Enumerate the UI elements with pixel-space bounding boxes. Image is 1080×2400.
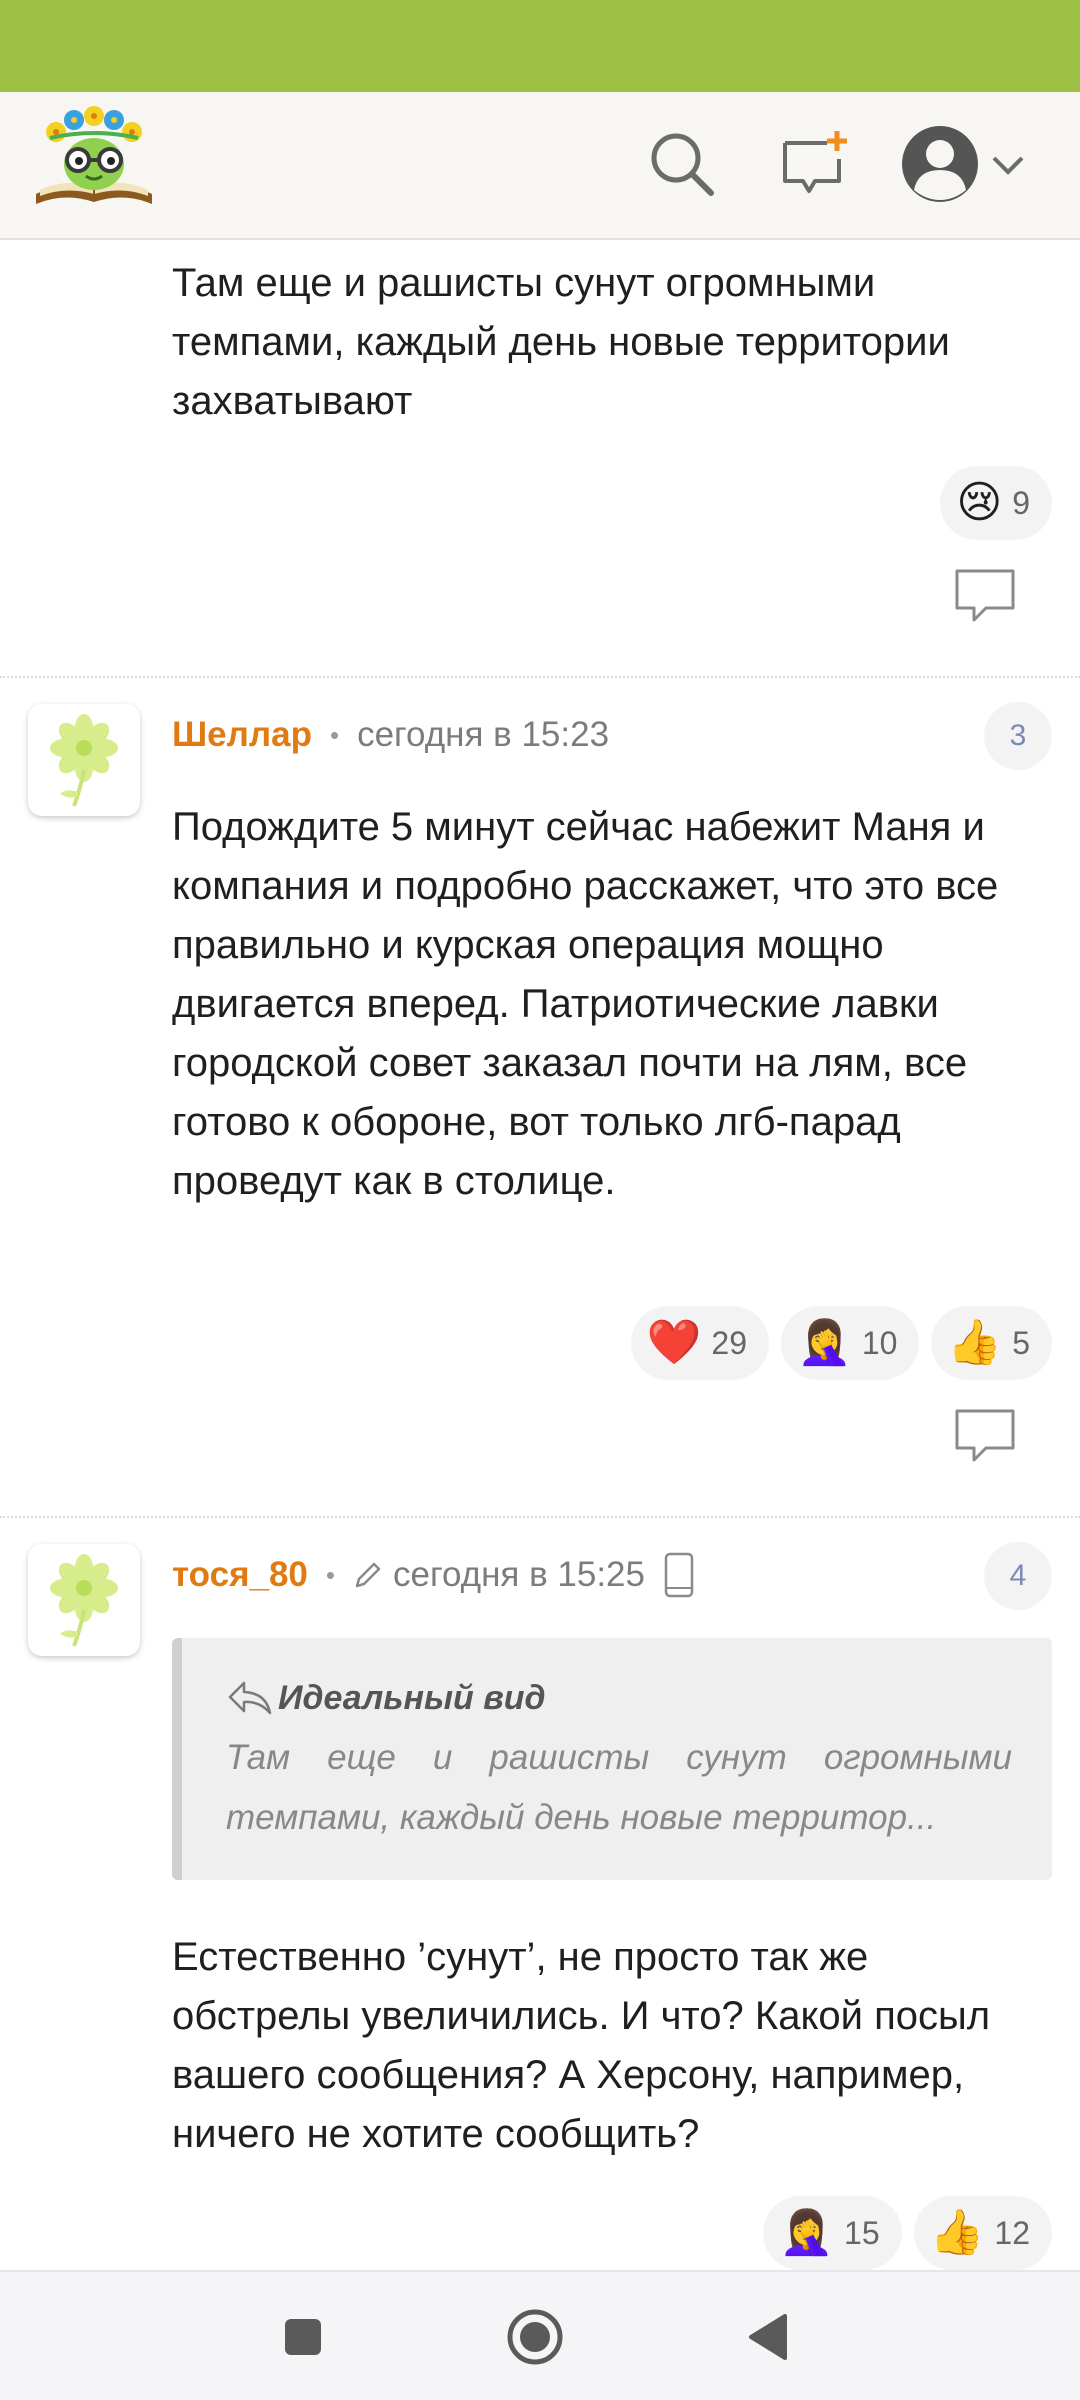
quote-author: Идеальный вид	[278, 1678, 546, 1717]
reply-button[interactable]	[954, 1408, 1016, 1464]
reply-arrow-icon	[228, 1681, 272, 1715]
reaction-count: 15	[844, 2214, 880, 2251]
comment-meta: Шеллар • сегодня в 15:23	[172, 710, 609, 760]
reaction-chip[interactable]: 😢 9	[940, 466, 1052, 540]
reaction-chip[interactable]: 🤦‍♀️ 15	[763, 2196, 902, 2270]
site-logo-icon[interactable]	[30, 106, 158, 212]
heart-icon: ❤️	[646, 1317, 702, 1368]
chevron-down-icon	[992, 156, 1024, 175]
comments-feed[interactable]: Там еще и рашисты сунут огромными темпам…	[0, 242, 1080, 2270]
avatar[interactable]	[28, 704, 140, 816]
recent-apps-button[interactable]	[268, 2302, 338, 2372]
thumbs-up-icon: 👍	[947, 1317, 1003, 1368]
user-avatar-icon	[902, 126, 978, 202]
comment-time: сегодня в 15:23	[357, 715, 610, 754]
reaction-count: 9	[1012, 484, 1030, 521]
comment-divider	[0, 676, 1080, 678]
comment-text: Подождите 5 минут сейчас набежит Маня и …	[172, 805, 999, 1203]
search-icon	[651, 133, 714, 196]
facepalm-icon: 🤦‍♀️	[797, 1317, 852, 1368]
avatar[interactable]	[28, 1544, 140, 1656]
comment-divider	[0, 1516, 1080, 1518]
new-post-button[interactable]	[772, 122, 856, 206]
comment-text: Там еще и рашисты сунут огромными темпам…	[172, 261, 950, 423]
comment-number-badge[interactable]: 3	[984, 702, 1052, 770]
quote-text: Там еще и рашисты сунут огромными темпам…	[226, 1738, 1012, 1837]
system-navigation-bar	[0, 2270, 1080, 2400]
home-circle-icon	[507, 2309, 563, 2365]
account-menu-button[interactable]	[900, 122, 1040, 206]
reaction-count: 29	[711, 1324, 748, 1361]
status-bar	[0, 0, 1080, 92]
comment-text: Естественно ’сунут’, не просто так же об…	[172, 1935, 991, 2156]
reaction-chip[interactable]: 👍 12	[913, 2196, 1052, 2270]
back-triangle-icon	[749, 2314, 787, 2360]
search-button[interactable]	[640, 122, 724, 206]
reaction-count: 12	[994, 2214, 1030, 2251]
flower-avatar-icon	[50, 1554, 118, 1647]
separator-dot: •	[325, 1559, 335, 1590]
reactions-bar: 😢 9	[940, 466, 1052, 540]
author-name[interactable]: тося_80	[172, 1555, 308, 1595]
reaction-chip[interactable]: 👍 5	[931, 1306, 1052, 1380]
edited-pencil-icon	[355, 1562, 381, 1588]
author-name[interactable]: Шеллар	[172, 715, 312, 755]
mobile-device-icon	[664, 1552, 694, 1598]
comment-time: сегодня в 15:25	[393, 1555, 645, 1594]
crying-face-icon: 😢	[956, 477, 1003, 528]
thumbs-up-icon: 👍	[929, 2207, 985, 2258]
reactions-bar: 🤦‍♀️ 15 👍 12	[763, 2196, 1052, 2270]
reactions-bar: ❤️ 29 🤦‍♀️ 10 👍 5	[630, 1306, 1052, 1380]
comment-meta: тося_80 • сегодня в 15:25	[172, 1550, 695, 1600]
new-message-icon	[783, 131, 847, 193]
home-button[interactable]	[500, 2302, 570, 2372]
flower-avatar-icon	[50, 714, 118, 807]
comment-number-badge[interactable]: 4	[984, 1542, 1052, 1610]
reaction-count: 5	[1012, 1324, 1030, 1361]
reaction-count: 10	[861, 1324, 898, 1361]
top-app-bar	[0, 92, 1080, 240]
back-button[interactable]	[734, 2302, 804, 2372]
quoted-comment[interactable]: Идеальный вид Там еще и рашисты сунут ог…	[172, 1638, 1052, 1880]
reaction-chip[interactable]: 🤦‍♀️ 10	[781, 1306, 920, 1380]
quote-header: Идеальный вид	[226, 1674, 1012, 1722]
facepalm-icon: 🤦‍♀️	[779, 2207, 835, 2258]
separator-dot: •	[329, 719, 340, 750]
reply-button[interactable]	[954, 568, 1016, 624]
reaction-chip[interactable]: ❤️ 29	[630, 1306, 770, 1380]
square-icon	[285, 2319, 321, 2355]
